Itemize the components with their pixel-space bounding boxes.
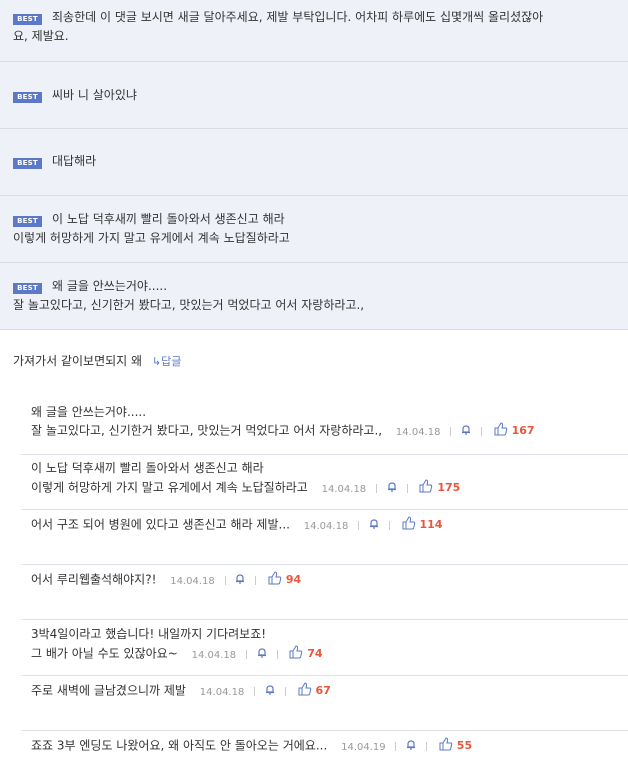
reply-line-with-meta: 주로 새벽에 글남겼으니까 제발 14.04.18 67 <box>31 682 331 701</box>
reply-date: 14.04.18 <box>199 686 245 698</box>
reply-text: 3박4일이라고 했습니다! 내일까지 기다려보죠! <box>31 627 267 641</box>
best-comment-text: 잘 놀고있다고, 신기한거 봤다고, 맛있는거 먹었다고 어서 자랑하라고., <box>13 298 365 312</box>
bell-icon[interactable] <box>461 423 471 439</box>
thumbs-up-icon[interactable] <box>289 645 303 663</box>
best-comment-text: 씨바 니 살아있냐 <box>52 88 137 102</box>
thumbs-up-icon[interactable] <box>402 516 416 534</box>
best-badge: BEST <box>13 158 42 169</box>
divider <box>426 741 428 751</box>
like-count: 175 <box>437 481 461 494</box>
reply-line-with-meta: 이렇게 허망하게 가지 말고 유게에서 계속 노답질하라고 14.04.18 1… <box>31 479 460 498</box>
reply-comment: 어서 루리웹출석해야지?! 14.04.18 94 <box>21 564 628 619</box>
reply-text: 어서 루리웹출석해야지?! <box>31 572 157 587</box>
best-badge: BEST <box>13 92 42 103</box>
reply-date: 14.04.18 <box>395 426 441 438</box>
reply-comment: 죠죠 3부 엔딩도 나왔어요, 왜 아직도 안 돌아오는 거에요... 14.0… <box>21 730 628 781</box>
best-comment-text: 대답해라 <box>52 154 97 168</box>
reply-comment: 어서 구조 되어 병원에 있다고 생존신고 해라 제발... 14.04.18 … <box>21 509 628 564</box>
reply-comment: 이 노답 덕후새끼 빨리 돌아와서 생존신고 해라 이렇게 허망하게 가지 말고… <box>21 454 628 509</box>
best-badge: BEST <box>13 216 42 227</box>
best-comment-text: 이렇게 허망하게 가지 말고 유게에서 계속 노답질하라고 <box>13 231 290 245</box>
best-comment-text: 이 노답 덕후새끼 빨리 돌아와서 생존신고 해라 <box>52 212 285 226</box>
parent-comment: 가져가서 같이보면되지 왜 ↳답글 <box>13 352 181 371</box>
reply-text: 죠죠 3부 엔딩도 나왔어요, 왜 아직도 안 돌아오는 거에요... <box>31 738 328 753</box>
reply-text: 왜 글을 안쓰는거야..... <box>31 405 147 419</box>
best-badge: BEST <box>13 14 42 25</box>
bell-icon[interactable] <box>265 683 275 699</box>
bell-icon[interactable] <box>406 738 416 754</box>
like-count: 94 <box>285 573 302 586</box>
bell-icon[interactable] <box>387 480 397 496</box>
best-comment: BEST 이 노답 덕후새끼 빨리 돌아와서 생존신고 해라 이렇게 허망하게 … <box>0 196 628 263</box>
reply-comment: 3박4일이라고 했습니다! 내일까지 기다려보죠! 그 배가 아닐 수도 있잖아… <box>21 619 628 675</box>
reply-date: 14.04.18 <box>170 575 215 587</box>
reply-line-with-meta: 죠죠 3부 엔딩도 나왔어요, 왜 아직도 안 돌아오는 거에요... 14.0… <box>31 737 472 756</box>
divider <box>406 483 408 493</box>
thumbs-up-icon[interactable] <box>439 737 453 755</box>
reply-text: 어서 구조 되어 병원에 있다고 생존신고 해라 제발... <box>31 517 290 532</box>
reply-date: 14.04.19 <box>341 741 386 753</box>
like-count: 74 <box>307 647 323 660</box>
best-comment-text: 죄송한데 이 댓글 보시면 새글 달아주세요, 제발 부탁입니다. 어차피 하루… <box>52 10 544 24</box>
best-comment: BEST 대답해라 <box>0 129 628 196</box>
best-badge: BEST <box>13 283 42 294</box>
thumbs-up-icon[interactable] <box>268 571 282 589</box>
divider <box>245 649 247 659</box>
reply-line-with-meta: 어서 구조 되어 병원에 있다고 생존신고 해라 제발... 14.04.18 … <box>31 516 442 535</box>
reply-comment: 왜 글을 안쓰는거야..... 잘 놀고있다고, 신기한거 봤다고, 맛있는거 … <box>21 398 628 454</box>
like-count: 114 <box>419 518 443 531</box>
divider <box>480 426 482 436</box>
reply-line-with-meta: 그 배가 아닐 수도 있잖아요~ 14.04.18 74 <box>31 645 323 664</box>
reply-text: 잘 놀고있다고, 신기한거 봤다고, 맛있는거 먹었다고 어서 자랑하라고., <box>31 423 383 438</box>
parent-comment-text: 가져가서 같이보면되지 왜 <box>13 354 143 368</box>
reply-line-with-meta: 어서 루리웹출석해야지?! 14.04.18 94 <box>31 571 301 590</box>
best-comment-text: 요, 제발요. <box>13 29 69 43</box>
reply-line-with-meta: 잘 놀고있다고, 신기한거 봤다고, 맛있는거 먹었다고 어서 자랑하라고., … <box>31 422 535 441</box>
reply-text: 주로 새벽에 글남겼으니까 제발 <box>31 683 186 698</box>
reply-date: 14.04.18 <box>191 649 237 661</box>
reply-date: 14.04.18 <box>303 520 349 532</box>
like-count: 167 <box>511 424 535 437</box>
reply-text: 이 노답 덕후새끼 빨리 돌아와서 생존신고 해라 <box>31 461 264 475</box>
divider <box>358 520 360 530</box>
thumbs-up-icon[interactable] <box>298 682 312 700</box>
best-comment: BEST 씨바 니 살아있냐 <box>0 62 628 129</box>
divider <box>255 575 257 585</box>
thumbs-up-icon[interactable] <box>494 422 508 440</box>
bell-icon[interactable] <box>257 646 267 662</box>
thumbs-up-icon[interactable] <box>419 479 433 497</box>
reply-date: 14.04.18 <box>321 483 367 495</box>
divider <box>450 426 452 436</box>
reply-text: 그 배가 아닐 수도 있잖아요~ <box>31 646 178 661</box>
divider <box>254 686 256 696</box>
bell-icon[interactable] <box>369 517 379 533</box>
divider <box>224 575 226 585</box>
divider <box>388 520 390 530</box>
bell-icon[interactable] <box>235 572 245 588</box>
divider <box>376 483 377 493</box>
divider <box>395 741 397 751</box>
reply-text: 이렇게 허망하게 가지 말고 유게에서 계속 노답질하라고 <box>31 480 308 495</box>
best-comment-text: 왜 글을 안쓰는거야..... <box>52 279 168 293</box>
divider <box>284 686 286 696</box>
like-count: 55 <box>456 739 473 752</box>
reply-comment: 주로 새벽에 글남겼으니까 제발 14.04.18 67 <box>21 675 628 730</box>
reply-label: 답글 <box>161 355 182 368</box>
like-count: 67 <box>315 684 331 697</box>
divider <box>276 649 278 659</box>
reply-button[interactable]: ↳답글 <box>152 355 181 368</box>
best-comment: BEST 죄송한데 이 댓글 보시면 새글 달아주세요, 제발 부탁입니다. 어… <box>0 0 628 62</box>
reply-arrow-icon: ↳ <box>151 355 162 368</box>
best-comment: BEST 왜 글을 안쓰는거야..... 잘 놀고있다고, 신기한거 봤다고, … <box>0 263 628 330</box>
